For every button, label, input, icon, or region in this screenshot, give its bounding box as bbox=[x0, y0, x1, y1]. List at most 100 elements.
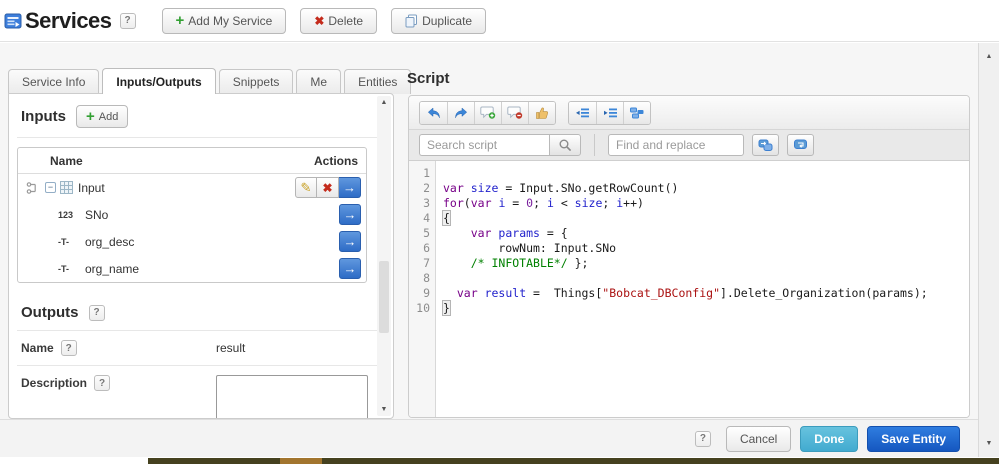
duplicate-label: Duplicate bbox=[422, 13, 473, 28]
code-line[interactable]: } bbox=[442, 300, 969, 316]
edit-button-group bbox=[419, 100, 556, 125]
row-actions: ✎ ✖ → bbox=[295, 177, 361, 198]
goto-input-button[interactable]: → bbox=[339, 177, 361, 198]
add-my-service-button[interactable]: + Add My Service bbox=[161, 7, 287, 34]
approve-button[interactable] bbox=[528, 101, 555, 124]
hierarchy-icon bbox=[26, 181, 36, 194]
redo-icon bbox=[454, 106, 467, 118]
divider bbox=[594, 134, 595, 156]
code-line[interactable]: var params = { bbox=[443, 226, 969, 241]
number-type-icon: 123 bbox=[58, 209, 74, 220]
bottom-strip bbox=[0, 457, 999, 465]
done-button[interactable]: Done bbox=[800, 425, 859, 452]
scroll-down-icon[interactable]: ▼ bbox=[979, 440, 999, 447]
arrow-right-icon: → bbox=[343, 261, 357, 276]
services-icon bbox=[4, 13, 22, 28]
tab-service-info[interactable]: Service Info bbox=[8, 69, 100, 94]
replace-all-button[interactable] bbox=[787, 134, 814, 156]
search-script-input[interactable] bbox=[419, 134, 549, 156]
input-row-label: SNo bbox=[85, 207, 109, 222]
outputs-help-button[interactable]: ? bbox=[88, 304, 105, 321]
output-name-label: Name bbox=[21, 341, 54, 355]
line-number: 3 bbox=[423, 196, 430, 210]
replace-all-icon bbox=[794, 139, 807, 149]
input-child-row[interactable]: -T- org_desc → bbox=[18, 228, 366, 255]
code-lines[interactable]: var size = Input.SNo.getRowCount() for(va… bbox=[436, 161, 969, 417]
arrow-right-icon: → bbox=[343, 234, 357, 249]
input-child-row[interactable]: -T- org_name → bbox=[18, 255, 366, 282]
redo-button[interactable] bbox=[447, 101, 474, 124]
find-replace-input[interactable] bbox=[608, 134, 744, 156]
column-actions: Actions bbox=[313, 153, 358, 168]
page-scrollbar[interactable]: ▲ ▼ bbox=[978, 43, 999, 457]
search-button[interactable] bbox=[549, 134, 581, 156]
save-entity-button[interactable]: Save Entity bbox=[867, 425, 960, 452]
cancel-button[interactable]: Cancel bbox=[725, 425, 792, 452]
inputs-header: Inputs + Add bbox=[9, 94, 393, 137]
indent-icon bbox=[603, 108, 617, 117]
plus-icon: + bbox=[86, 108, 95, 125]
code-line[interactable]: var size = Input.SNo.getRowCount() bbox=[443, 181, 969, 196]
edit-input-button[interactable]: ✎ bbox=[295, 177, 317, 198]
undo-button[interactable] bbox=[420, 101, 447, 124]
delete-label: Delete bbox=[328, 13, 364, 28]
code-line[interactable]: rowNum: Input.SNo bbox=[443, 241, 969, 256]
output-name-help-button[interactable]: ? bbox=[60, 340, 77, 356]
indent-button[interactable] bbox=[596, 101, 623, 124]
add-input-button[interactable]: + Add bbox=[76, 105, 129, 128]
code-editor[interactable]: 1 2 3 4 5 6 7 8 9 10 var size = Input.SNo.getRowC… bbox=[409, 161, 969, 417]
page-help-button[interactable]: ? bbox=[119, 12, 136, 29]
search-icon bbox=[559, 139, 572, 152]
scroll-up-icon[interactable]: ▲ bbox=[377, 99, 391, 106]
tab-snippets[interactable]: Snippets bbox=[218, 69, 294, 94]
collapse-icon[interactable]: − bbox=[45, 182, 56, 193]
goto-parameter-button[interactable]: → bbox=[339, 258, 361, 279]
replace-icon bbox=[758, 139, 773, 151]
code-line[interactable]: /* INFOTABLE*/ }; bbox=[443, 256, 969, 271]
code-line[interactable]: var result = Things["Bobcat_DBConfig"].D… bbox=[443, 286, 969, 301]
tab-entities[interactable]: Entities bbox=[344, 69, 412, 94]
delete-input-button[interactable]: ✖ bbox=[317, 177, 339, 198]
input-root-row[interactable]: − Input ✎ ✖ → bbox=[18, 174, 366, 201]
reformat-code-button[interactable] bbox=[623, 101, 650, 124]
inputs-table-header: Name Actions bbox=[18, 148, 366, 174]
header: Services ? + Add My Service ✖ Delete Dup… bbox=[0, 0, 999, 42]
horizontal-scrollbar-thumb[interactable] bbox=[280, 458, 322, 464]
services-editor: Services ? + Add My Service ✖ Delete Dup… bbox=[0, 0, 999, 465]
goto-parameter-button[interactable]: → bbox=[339, 204, 361, 225]
replace-button[interactable] bbox=[752, 134, 779, 156]
remove-comment-button[interactable] bbox=[501, 101, 528, 124]
input-child-row[interactable]: 123 SNo → bbox=[18, 201, 366, 228]
code-line[interactable]: { bbox=[442, 210, 969, 226]
code-line[interactable] bbox=[443, 271, 969, 286]
delete-button[interactable]: ✖ Delete bbox=[300, 7, 378, 34]
duplicate-button[interactable]: Duplicate bbox=[391, 7, 487, 34]
inputs-outputs-panel: Inputs + Add Name Actions − Input ✎ ✖ → … bbox=[8, 93, 394, 419]
format-button-group bbox=[568, 100, 651, 125]
scroll-down-icon[interactable]: ▼ bbox=[377, 406, 391, 413]
output-description-help-button[interactable]: ? bbox=[94, 375, 111, 391]
string-type-icon: -T- bbox=[58, 236, 69, 247]
tab-me[interactable]: Me bbox=[296, 69, 342, 94]
divider bbox=[17, 137, 385, 138]
script-toolbar bbox=[409, 96, 969, 130]
line-number: 10 bbox=[416, 301, 430, 315]
horizontal-scrollbar[interactable] bbox=[148, 458, 999, 464]
description-textarea[interactable] bbox=[216, 375, 368, 418]
code-line[interactable]: for(var i = 0; i < size; i++) bbox=[443, 196, 969, 211]
outdent-button[interactable] bbox=[569, 101, 596, 124]
tab-bar: Service Info Inputs/Outputs Snippets Me Enti… bbox=[8, 68, 414, 94]
tab-inputs-outputs[interactable]: Inputs/Outputs bbox=[102, 68, 216, 94]
line-number: 4 bbox=[423, 211, 430, 225]
footer-help-button[interactable]: ? bbox=[694, 430, 711, 447]
page-title: Services bbox=[25, 7, 112, 33]
line-number: 5 bbox=[423, 226, 430, 240]
scrollbar-thumb[interactable] bbox=[379, 261, 389, 333]
add-input-label: Add bbox=[98, 110, 119, 123]
scroll-up-icon[interactable]: ▲ bbox=[979, 53, 999, 60]
goto-parameter-button[interactable]: → bbox=[339, 231, 361, 252]
outputs-title: Outputs bbox=[21, 304, 79, 321]
left-panel-scrollbar[interactable]: ▲ ▼ bbox=[377, 96, 391, 416]
code-line[interactable] bbox=[443, 166, 969, 181]
add-comment-button[interactable] bbox=[474, 101, 501, 124]
